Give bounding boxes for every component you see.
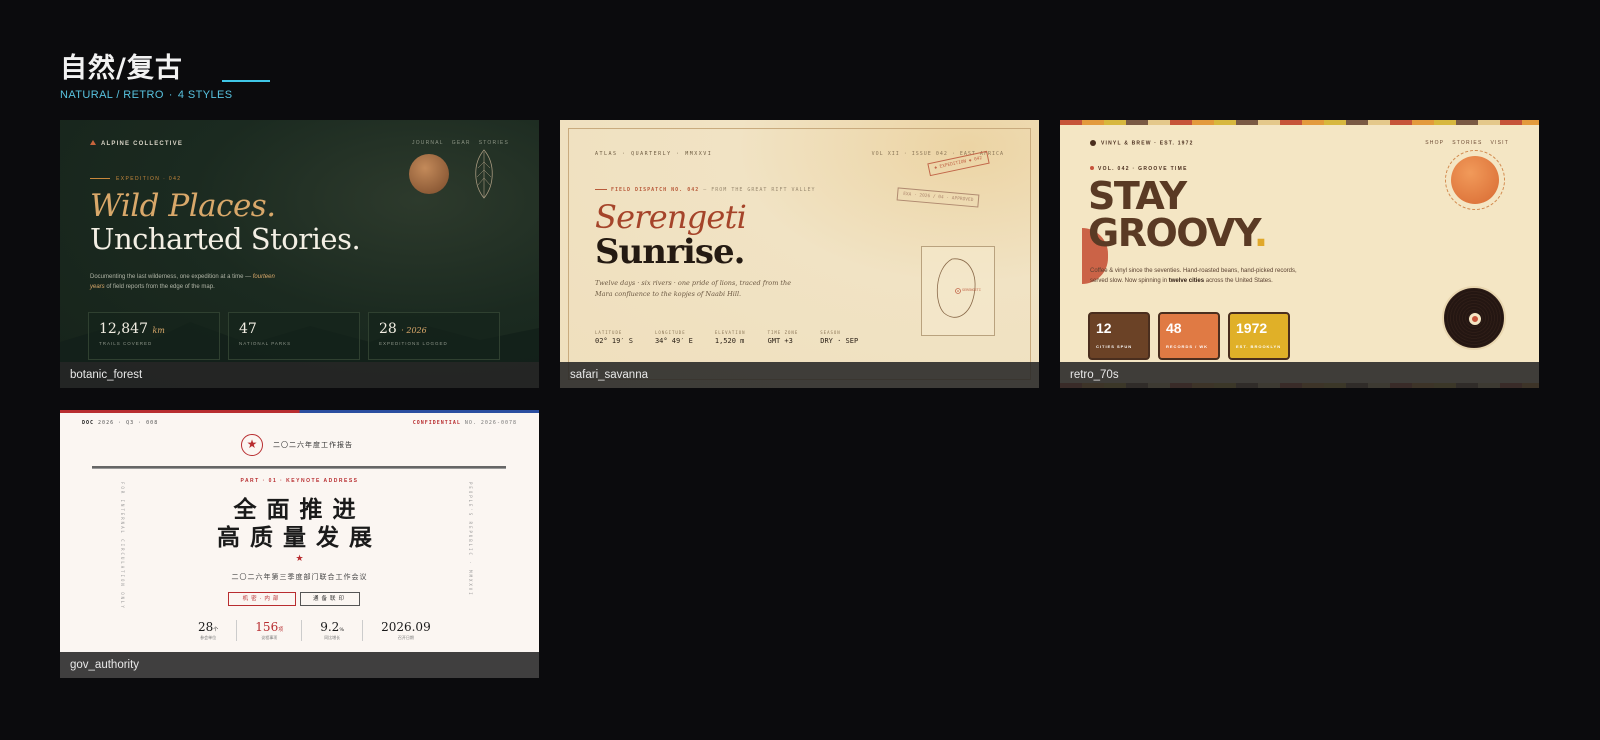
forest-nav: JOURNAL GEAR STORIES xyxy=(412,140,509,146)
divider xyxy=(92,466,506,469)
top-stripe xyxy=(1060,120,1539,125)
page-header: 自然/复古 NATURAL / RETRO · 4 STYLES xyxy=(60,46,270,101)
gov-confidential: CONFIDENTIAL NO. 2026-0078 xyxy=(412,420,517,426)
page-subtitle: NATURAL / RETRO · 4 STYLES xyxy=(60,89,233,101)
title-accent-line xyxy=(222,80,270,82)
gov-doc-id: DOC 2026 · Q3 · 008 xyxy=(82,420,159,426)
savanna-headline-2: Sunrise. xyxy=(595,232,745,272)
tag-joint-print: 通备联印 xyxy=(300,592,360,606)
category-label: NATURAL / RETRO xyxy=(60,89,164,101)
sun-icon xyxy=(409,154,449,194)
card-label: gov_authority xyxy=(60,652,539,678)
retro-vol: VOL. 042 · GROOVE TIME xyxy=(1090,166,1188,172)
map-place-label: SERENGETI xyxy=(962,288,981,292)
savanna-coords: LATITUDE 02° 19′ S LONGITUDE 34° 49′ E ELE… xyxy=(595,330,859,345)
card-label: botanic_forest xyxy=(60,362,539,388)
gov-stat: 28个 参会单位 xyxy=(198,620,219,640)
gov-stat: 2026.09 召开日期 xyxy=(362,620,449,641)
forest-brand: ALPINE COLLECTIVE xyxy=(90,140,183,147)
forest-headline-1: Wild Places. xyxy=(90,188,276,224)
retro-stat-3: 1972 EST. BROOKLYN xyxy=(1228,312,1290,360)
forest-headline-2: Uncharted Stories. xyxy=(90,222,361,256)
savanna-description: Twelve days · six rivers · one pride of … xyxy=(595,279,792,298)
retro-brand: VINYL & BREW · EST. 1972 xyxy=(1090,140,1194,146)
mountain-icon xyxy=(90,140,96,145)
forest-eyebrow: EXPEDITION · 042 xyxy=(90,176,181,182)
retro-stat-2: 48 RECORDS / WK xyxy=(1158,312,1220,360)
style-card-retro-70s[interactable]: VINYL & BREW · EST. 1972 SHOP STORIES VISI… xyxy=(1060,120,1539,388)
leaf-icon xyxy=(475,149,493,199)
forest-stat-2: 47 NATIONAL PARKS xyxy=(228,312,360,360)
retro-headline: STAY GROOVY. xyxy=(1088,174,1268,255)
forest-stat-1: 12,847 km TRAILS COVERED xyxy=(88,312,220,360)
star-emblem-icon: ★ xyxy=(241,434,263,456)
vinyl-record-icon xyxy=(1442,286,1506,350)
savanna-headline-1: Serengeti xyxy=(595,198,747,236)
savanna-masthead: ATLAS · QUARTERLY · MMXXVI xyxy=(595,151,713,157)
card-label: retro_70s xyxy=(1060,362,1539,388)
card-label: safari_savanna xyxy=(560,362,1039,388)
style-card-safari-savanna[interactable]: ATLAS · QUARTERLY · MMXXVI VOL XII · ISS… xyxy=(560,120,1039,388)
savanna-map: SERENGETI xyxy=(921,246,995,336)
side-text-right: PEOPLE'S REPUBLIC · MMXXVI xyxy=(468,482,473,597)
sun-icon xyxy=(1445,150,1505,210)
page-title: 自然/复古 xyxy=(60,53,183,84)
gov-stat: 156项 议程事项 xyxy=(236,620,301,641)
retro-nav: SHOP STORIES VISIT xyxy=(1425,140,1509,146)
map-outline-icon xyxy=(936,258,976,318)
retro-description: Coffee & vinyl since the seventies. Hand… xyxy=(1090,268,1297,284)
style-card-botanic-forest[interactable]: ALPINE COLLECTIVE JOURNAL GEAR STORIES EXP… xyxy=(60,120,539,388)
gov-stats: 28个 参会单位 156项 议程事项 9.2% 同比增长 2026.09 召开日期 xyxy=(180,620,449,641)
style-card-gov-authority[interactable]: DOC 2026 · Q3 · 008 CONFIDENTIAL NO. 202… xyxy=(60,410,539,678)
style-count: 4 STYLES xyxy=(177,89,233,101)
tag-internal: 机密·内部 xyxy=(228,592,296,606)
gov-report-title: 二〇二六年度工作报告 xyxy=(273,441,353,449)
savanna-dispatch: FIELD DISPATCH NO. 042 — FROM THE GREAT … xyxy=(595,187,816,193)
side-text-left: FOR INTERNAL CIRCULATION ONLY xyxy=(120,482,125,610)
forest-description: Documenting the last wilderness, one exp… xyxy=(90,274,275,290)
gov-stat: 9.2% 同比增长 xyxy=(301,620,362,641)
forest-stat-3: 28 · 2026 EXPEDITIONS LOGGED xyxy=(368,312,500,360)
retro-stat-1: 12 CITIES SPUN xyxy=(1088,312,1150,360)
flag-stripe xyxy=(60,410,539,413)
